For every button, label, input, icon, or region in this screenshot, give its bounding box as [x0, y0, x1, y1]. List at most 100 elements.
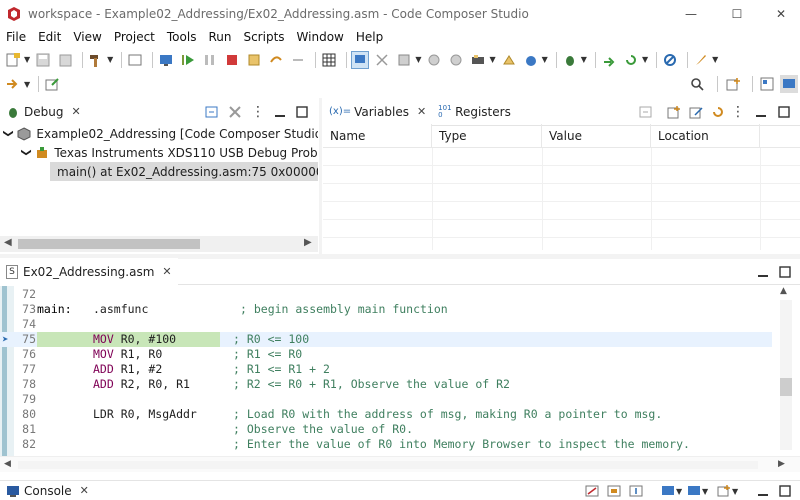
scroll-left-icon[interactable]: ◀	[4, 459, 11, 469]
close-icon[interactable]: ✕	[80, 484, 89, 497]
collapse-all-icon[interactable]	[638, 104, 654, 120]
code-line[interactable]: 80 LDR R0, MsgAddr ; Load R0 with the addr…	[0, 407, 772, 422]
tree-item-stack-frame[interactable]: main() at Ex02_Addressing.asm:75 0x00000…	[50, 162, 318, 181]
expand-icon[interactable]: ❯	[3, 129, 14, 137]
tab-registers[interactable]: 1010 Registers	[432, 98, 517, 126]
step-over-icon[interactable]	[267, 51, 285, 69]
minimize-view-icon[interactable]	[755, 264, 771, 280]
terminal-icon[interactable]	[126, 51, 144, 69]
menu-tools[interactable]: Tools	[161, 30, 203, 44]
new-dropdown-icon[interactable]: ▼	[24, 55, 30, 64]
minimize-view-icon[interactable]	[755, 483, 771, 499]
maximize-view-icon[interactable]	[294, 104, 310, 120]
maximize-button[interactable]: ☐	[714, 0, 760, 27]
resume-icon[interactable]	[179, 51, 197, 69]
code-line[interactable]: 74	[0, 317, 772, 332]
scroll-track[interactable]	[780, 300, 792, 450]
close-button[interactable]: ✕	[758, 0, 800, 27]
maximize-view-icon[interactable]	[777, 483, 793, 499]
code-line[interactable]: 82 ; Enter the value of R0 into Memory Br…	[0, 437, 772, 452]
open-console-dropdown-icon[interactable]: ▼	[676, 487, 682, 496]
step-return-icon[interactable]	[289, 51, 307, 69]
next-annotation-icon[interactable]	[4, 75, 22, 93]
load-program-icon[interactable]	[425, 51, 443, 69]
code-line[interactable]: 72	[0, 287, 772, 302]
code-editor[interactable]: 72 73 main: .asmfunc ; begin assembly main f…	[0, 286, 800, 456]
instruction-step-icon[interactable]	[351, 50, 370, 69]
step-into-icon[interactable]	[245, 51, 263, 69]
close-icon[interactable]: ✕	[71, 105, 80, 118]
column-name[interactable]: Name	[323, 124, 432, 148]
clear-console-icon[interactable]	[584, 483, 600, 499]
add-expression-icon[interactable]	[666, 104, 682, 120]
menu-project[interactable]: Project	[108, 30, 161, 44]
menu-window[interactable]: Window	[291, 30, 350, 44]
close-icon[interactable]: ✕	[162, 265, 171, 278]
menu-edit[interactable]: Edit	[32, 30, 67, 44]
refresh-icon[interactable]	[622, 51, 640, 69]
menu-help[interactable]: Help	[350, 30, 389, 44]
tree-item-probe[interactable]: ❯ Texas Instruments XDS110 USB Debug Pro…	[21, 143, 318, 162]
column-type[interactable]: Type	[432, 124, 542, 148]
next-annotation-dropdown-icon[interactable]: ▼	[24, 80, 30, 89]
display-console-icon[interactable]	[686, 483, 702, 499]
column-location[interactable]: Location	[651, 124, 760, 148]
tab-variables[interactable]: (x)= Variables ✕	[323, 97, 433, 126]
code-line[interactable]: 78 ADD R2, R0, R1 ; R2 <= R0 + R1, Observe…	[0, 377, 772, 392]
target-connect-icon[interactable]	[469, 51, 487, 69]
reload-program-icon[interactable]	[447, 51, 465, 69]
tab-console[interactable]: Console ✕	[0, 480, 95, 500]
minimize-button[interactable]: —	[668, 0, 714, 27]
editor-horizontal-scrollbar[interactable]: ◀ ▶	[0, 456, 800, 472]
ccs-edit-perspective-icon[interactable]	[758, 75, 776, 93]
refresh-icon[interactable]	[710, 104, 726, 120]
code-line[interactable]: 81 ; Observe the value of R0.	[0, 422, 772, 437]
build-hammer-icon[interactable]	[87, 51, 105, 69]
new-target-icon[interactable]	[522, 51, 540, 69]
menu-scripts[interactable]: Scripts	[237, 30, 290, 44]
maximize-view-icon[interactable]	[777, 264, 793, 280]
debug-horizontal-scrollbar[interactable]: ◀ ▶	[0, 236, 318, 252]
scroll-thumb[interactable]	[780, 378, 792, 396]
minimize-view-icon[interactable]	[753, 104, 769, 120]
scroll-left-icon[interactable]: ◀	[4, 237, 12, 248]
new-target-dropdown-icon[interactable]: ▼	[542, 55, 548, 64]
debug-monitor-icon[interactable]	[157, 51, 175, 69]
debug-bug-icon[interactable]	[561, 51, 579, 69]
scroll-lock-icon[interactable]	[606, 483, 622, 499]
new-icon[interactable]	[4, 51, 22, 69]
save-icon[interactable]	[34, 51, 52, 69]
code-line[interactable]: 76 MOV R1, R0 ; R1 <= R0	[0, 347, 772, 362]
open-console-icon[interactable]	[660, 483, 676, 499]
code-line[interactable]: 77 ADD R1, #2 ; R1 <= R1 + 2	[0, 362, 772, 377]
export-icon[interactable]	[43, 75, 61, 93]
memory-grid-icon[interactable]	[320, 51, 338, 69]
tab-debug[interactable]: Debug ✕	[0, 97, 87, 126]
ccs-debug-perspective-icon[interactable]	[780, 75, 798, 93]
display-console-dropdown-icon[interactable]: ▼	[702, 487, 708, 496]
scroll-thumb[interactable]	[18, 239, 200, 249]
remove-terminated-icon[interactable]	[227, 104, 243, 120]
scroll-right-icon[interactable]: ▶	[778, 459, 785, 469]
link-icon[interactable]	[661, 51, 679, 69]
collapse-all-icon[interactable]	[204, 104, 220, 120]
launch-rocket-icon[interactable]	[692, 51, 710, 69]
new-console-icon[interactable]	[716, 483, 732, 499]
launch-dropdown-icon[interactable]: ▼	[712, 55, 718, 64]
code-line[interactable]: 73 main: .asmfunc ; begin assembly main fun…	[0, 302, 772, 317]
editor-vertical-scrollbar[interactable]: ▲	[772, 286, 800, 456]
panel-sash[interactable]	[319, 98, 322, 254]
reset-icon[interactable]	[373, 51, 391, 69]
edit-expression-icon[interactable]	[688, 104, 704, 120]
tree-item-project[interactable]: ❯ Example02_Addressing [Code Composer St…	[3, 124, 318, 143]
step-forward-icon[interactable]	[600, 51, 618, 69]
scroll-track[interactable]	[18, 461, 758, 469]
expand-icon[interactable]: ❯	[21, 148, 32, 156]
run-to-line-icon[interactable]	[500, 51, 518, 69]
target-dropdown-icon[interactable]: ▼	[489, 55, 495, 64]
scroll-right-icon[interactable]: ▶	[304, 237, 312, 248]
build-dropdown-icon[interactable]: ▼	[107, 55, 113, 64]
search-icon[interactable]	[688, 75, 706, 93]
restart-icon[interactable]	[395, 51, 413, 69]
pin-console-icon[interactable]	[628, 483, 644, 499]
